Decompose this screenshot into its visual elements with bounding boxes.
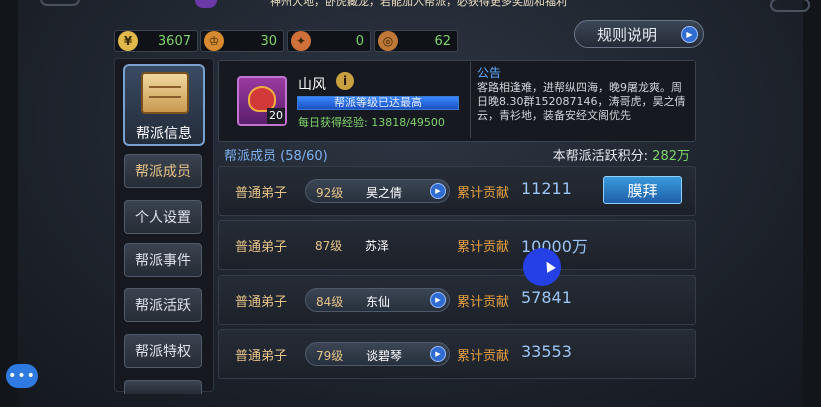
notice-title: 公告 — [477, 66, 502, 80]
member-rank: 普通弟子 — [235, 349, 288, 364]
member-contrib-value: 33553 — [521, 342, 572, 361]
menu-guild-privileges[interactable]: 帮派特权 — [124, 334, 202, 368]
right-edge — [803, 0, 821, 407]
corner-ornament-right — [770, 0, 810, 12]
currency-crown: ♔ 30 — [200, 30, 284, 52]
member-level: 84级 — [316, 295, 344, 309]
menu-guild-info-label: 帮派信息 — [136, 126, 192, 142]
member-row[interactable]: 普通弟子 79级 谈碧琴 ▶ 累计贡献 33553 — [218, 329, 696, 379]
member-rank: 普通弟子 — [235, 186, 288, 201]
member-profile-button[interactable]: 92级 昊之倩 ▶ — [305, 179, 450, 203]
currency-token-value: 62 — [434, 33, 451, 49]
guild-name: 山风 — [298, 77, 326, 93]
member-row[interactable]: 普通弟子 87级 苏泽 累计贡献 10000万 — [218, 220, 696, 270]
member-contrib-label: 累计贡献 — [457, 295, 510, 310]
member-contrib-label: 累计贡献 — [457, 349, 510, 364]
activity-label: 本帮派活跃积分: — [552, 148, 649, 164]
menu-next-item[interactable] — [124, 380, 202, 394]
menu-personal-settings[interactable]: 个人设置 — [124, 200, 202, 234]
members-count: 帮派成员 (58/60) — [224, 148, 328, 164]
crown-icon: ♔ — [204, 31, 224, 51]
member-contrib-label: 累计贡献 — [457, 240, 510, 255]
currency-emblem: ✦ 0 — [287, 30, 371, 52]
member-rank: 普通弟子 — [235, 295, 288, 310]
member-level: 79级 — [316, 349, 344, 363]
top-banner-text: 神州大地，卧虎藏龙，若能加入帮派，必获得更多奖励和福利 — [270, 0, 567, 8]
member-contrib-value: 57841 — [521, 288, 572, 307]
play-arrow-icon: ▶ — [430, 346, 446, 362]
guild-level-text: 帮派等级已达最高 — [334, 96, 422, 109]
members-header: 帮派成员 (58/60) 本帮派活跃积分: 282万 — [218, 144, 696, 164]
menu-guild-events[interactable]: 帮派事件 — [124, 243, 202, 277]
currency-crown-value: 30 — [260, 33, 277, 49]
corner-ornament-left — [40, 0, 80, 6]
token-icon: ◎ — [378, 31, 398, 51]
menu-guild-activity[interactable]: 帮派活跃 — [124, 288, 202, 322]
guild-avatar[interactable]: 20 — [237, 76, 287, 126]
rules-button-label: 规则说明 — [597, 25, 658, 44]
left-edge — [0, 0, 18, 407]
play-arrow-icon: ▶ — [681, 26, 698, 43]
member-level: 92级 — [316, 186, 344, 200]
menu-guild-info[interactable]: 帮派信息 — [123, 64, 205, 146]
chat-bubble-icon[interactable]: ••• — [6, 364, 38, 388]
member-profile-button[interactable]: 84级 东仙 ▶ — [305, 288, 450, 312]
member-level: 87级 — [315, 239, 343, 253]
menu-guild-members[interactable]: 帮派成员 — [124, 154, 202, 188]
member-name: 苏泽 — [365, 239, 390, 253]
play-arrow-icon: ▶ — [430, 292, 446, 308]
member-contrib-value: 11211 — [521, 179, 572, 198]
daily-exp: 每日获得经验: 13818/49500 — [298, 116, 445, 129]
guild-level-bar: 帮派等级已达最高 — [297, 96, 459, 110]
scroll-icon — [141, 72, 189, 114]
worship-button[interactable]: 膜拜 — [603, 176, 682, 204]
member-row[interactable]: 普通弟子 84级 东仙 ▶ 累计贡献 57841 — [218, 275, 696, 325]
member-row[interactable]: 普通弟子 92级 昊之倩 ▶ 累计贡献 11211 膜拜 — [218, 166, 696, 216]
game-screen: 神州大地，卧虎藏龙，若能加入帮派，必获得更多奖励和福利 ¥ 3607 ♔ 30 … — [0, 0, 821, 407]
gold-coin-icon: ¥ — [118, 31, 138, 51]
currency-gold: ¥ 3607 — [114, 30, 198, 52]
emblem-icon: ✦ — [291, 31, 311, 51]
currency-emblem-value: 0 — [355, 33, 364, 49]
currency-gold-value: 3607 — [157, 33, 191, 49]
currency-token: ◎ 62 — [374, 30, 458, 52]
member-profile-button[interactable]: 79级 谈碧琴 ▶ — [305, 342, 450, 366]
activity-value: 282万 — [652, 148, 690, 164]
notice-box: 公告 客路相逢难，进帮纵四海，晚9屠龙爽。周日晚8.30群152087146，涛… — [470, 62, 694, 138]
avatar-level: 20 — [267, 108, 285, 124]
purple-gem-icon — [195, 0, 217, 8]
play-arrow-icon: ▶ — [430, 183, 446, 199]
member-name: 昊之倩 — [366, 186, 403, 200]
member-contrib-label: 累计贡献 — [457, 186, 510, 201]
member-name: 谈碧琴 — [366, 349, 403, 363]
rules-button[interactable]: 规则说明 ▶ — [574, 20, 704, 48]
member-name: 东仙 — [366, 295, 391, 309]
info-icon[interactable]: i — [336, 72, 354, 90]
activity-score: 本帮派活跃积分: 282万 — [553, 145, 690, 164]
notice-text: 客路相逢难，进帮纵四海，晚9屠龙爽。周日晚8.30群152087146，涛哥虎，… — [477, 81, 686, 122]
member-rank: 普通弟子 — [235, 240, 288, 255]
